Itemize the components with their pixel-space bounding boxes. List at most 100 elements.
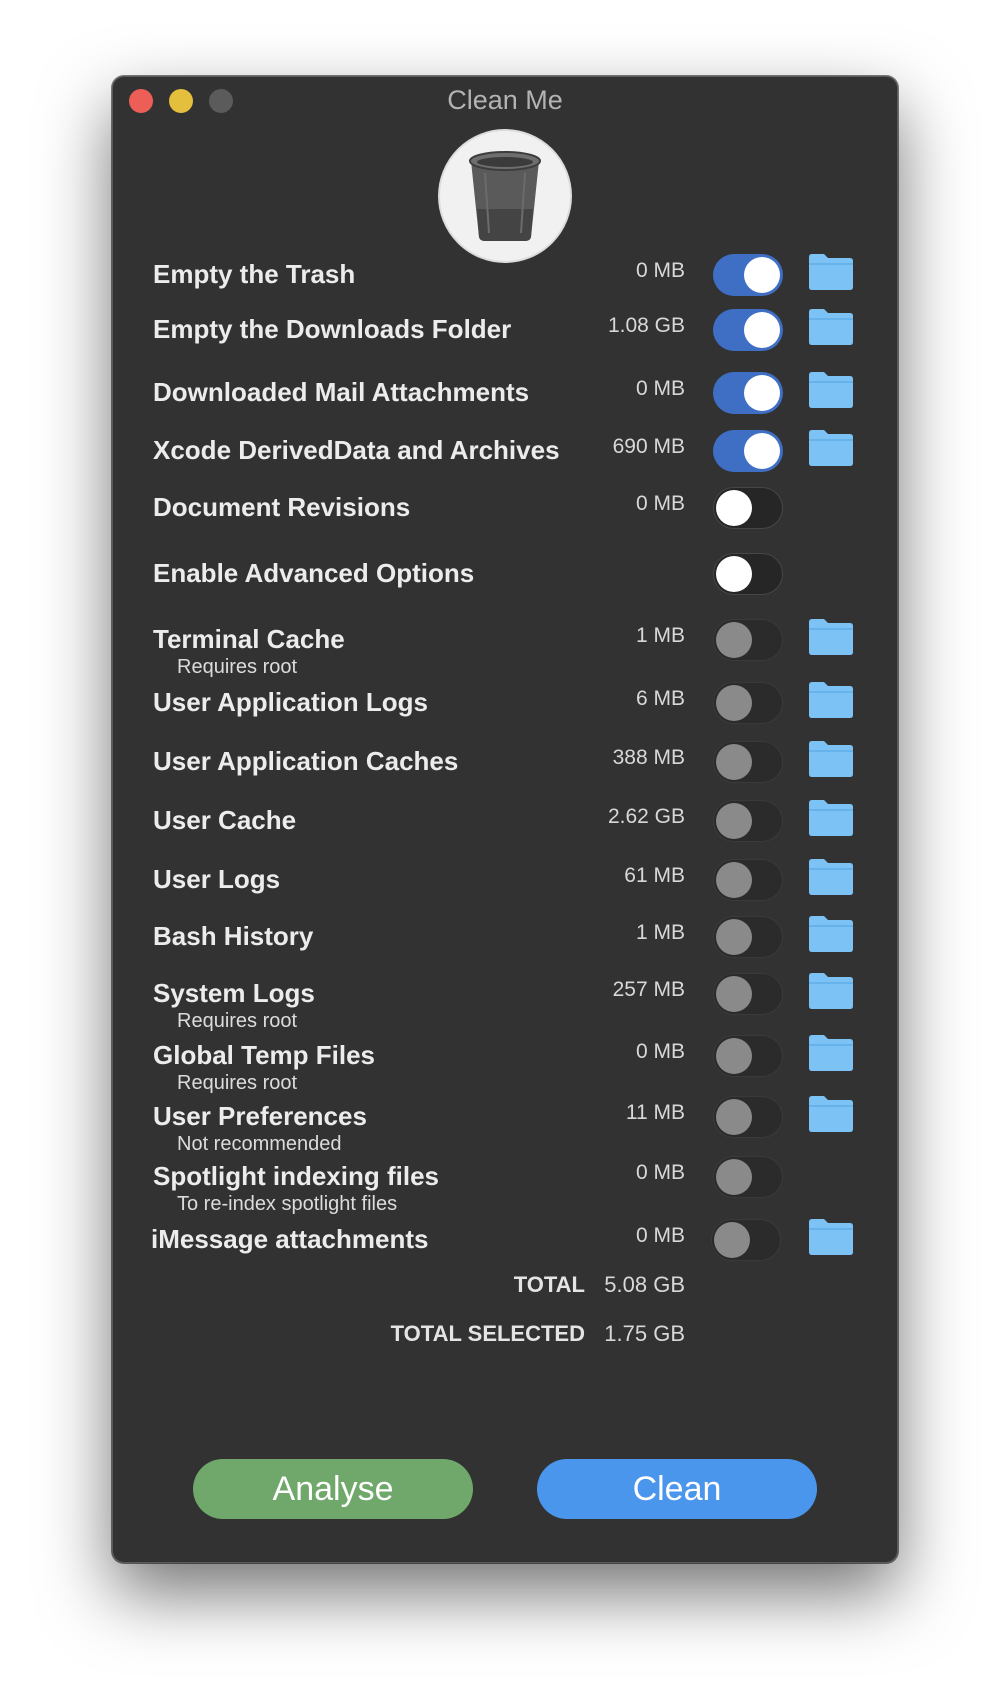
- row-user-cache: User Cache 2.62 GB: [113, 800, 897, 851]
- row-label: User Logs: [153, 864, 281, 894]
- folder-icon[interactable]: [807, 856, 855, 896]
- folder-icon[interactable]: [807, 306, 855, 346]
- row-mail-attachments: Downloaded Mail Attachments 0 MB: [113, 372, 897, 423]
- folder-icon[interactable]: [807, 427, 855, 467]
- toggle-advanced-options[interactable]: [713, 553, 783, 595]
- folder-icon[interactable]: [807, 251, 855, 291]
- row-size: 388 MB: [612, 746, 685, 769]
- row-size: 11 MB: [625, 1101, 685, 1124]
- row-label: User Application Logs: [153, 687, 428, 717]
- row-size: 0 MB: [635, 1224, 685, 1247]
- row-global-temp-files: Global Temp Files Requires root 0 MB: [113, 1035, 897, 1094]
- toggle-empty-trash[interactable]: [713, 254, 783, 296]
- toggle-bash-history[interactable]: [713, 916, 783, 958]
- toggle-xcode-deriveddata[interactable]: [713, 430, 783, 472]
- toggle-user-preferences[interactable]: [713, 1096, 783, 1138]
- folder-icon[interactable]: [807, 797, 855, 837]
- row-label: Enable Advanced Options: [153, 558, 475, 588]
- toggle-user-logs[interactable]: [713, 859, 783, 901]
- row-sublabel: To re-index spotlight files: [177, 1193, 398, 1215]
- row-label: User Cache: [153, 805, 297, 835]
- toggle-empty-downloads[interactable]: [713, 309, 783, 351]
- row-imessage-attachments: iMessage attachments 0 MB: [113, 1219, 897, 1270]
- toggle-global-temp-files[interactable]: [713, 1035, 783, 1077]
- toggle-knob: [716, 556, 752, 592]
- row-label: iMessage attachments: [151, 1224, 429, 1254]
- row-user-preferences: User Preferences Not recommended 11 MB: [113, 1096, 897, 1155]
- toggle-knob: [716, 622, 752, 658]
- total-selected-value: 1.75 GB: [604, 1321, 685, 1346]
- toggle-system-logs[interactable]: [713, 973, 783, 1015]
- row-size: 6 MB: [635, 687, 685, 710]
- toggle-user-app-caches[interactable]: [713, 741, 783, 783]
- toggle-document-revisions[interactable]: [713, 487, 783, 529]
- toggle-knob: [716, 1099, 752, 1135]
- folder-icon[interactable]: [807, 1216, 855, 1256]
- row-terminal-cache: Terminal Cache Requires root 1 MB: [113, 619, 897, 678]
- row-size: 2.62 GB: [607, 805, 685, 828]
- row-label: Empty the Trash: [153, 259, 356, 289]
- toggle-knob: [716, 976, 752, 1012]
- analyse-button[interactable]: Analyse: [193, 1459, 473, 1519]
- folder-icon[interactable]: [807, 679, 855, 719]
- toggle-knob: [744, 433, 780, 469]
- row-label: User Application Caches: [153, 746, 459, 776]
- row-empty-trash: Empty the Trash 0 MB: [113, 254, 897, 305]
- toggle-knob: [744, 375, 780, 411]
- toggle-user-cache[interactable]: [713, 800, 783, 842]
- row-label: Terminal Cache: [153, 624, 345, 654]
- row-size: 0 MB: [635, 1161, 685, 1184]
- row-sublabel: Not recommended: [177, 1133, 342, 1155]
- folder-icon[interactable]: [807, 369, 855, 409]
- folder-icon[interactable]: [807, 616, 855, 656]
- row-user-logs: User Logs 61 MB: [113, 859, 897, 910]
- row-label: Empty the Downloads Folder: [153, 314, 512, 344]
- toggle-mail-attachments[interactable]: [713, 372, 783, 414]
- window-title: Clean Me: [447, 85, 563, 115]
- row-size: 0 MB: [635, 259, 685, 282]
- toggle-knob: [714, 1222, 750, 1258]
- row-size: 61 MB: [624, 864, 685, 887]
- row-label: Bash History: [153, 921, 314, 951]
- total-row: TOTAL 5.08 GB: [113, 1272, 897, 1302]
- toggle-terminal-cache[interactable]: [713, 619, 783, 661]
- toggle-knob: [744, 257, 780, 293]
- toggle-knob: [716, 685, 752, 721]
- total-selected-row: TOTAL SELECTED 1.75 GB: [113, 1321, 897, 1351]
- row-size: 690 MB: [612, 435, 685, 458]
- toggle-knob: [716, 919, 752, 955]
- row-size: 0 MB: [635, 1040, 685, 1063]
- row-xcode-deriveddata: Xcode DerivedData and Archives 690 MB: [113, 430, 897, 481]
- total-label: TOTAL: [513, 1272, 585, 1297]
- row-label: Global Temp Files: [153, 1040, 376, 1070]
- toggle-user-app-logs[interactable]: [713, 682, 783, 724]
- total-selected-label: TOTAL SELECTED: [390, 1321, 585, 1346]
- app-window: Clean Me Empty the Trash 0 MB Empty the …: [112, 76, 898, 1563]
- toggle-spotlight-indexing[interactable]: [713, 1156, 783, 1198]
- row-document-revisions: Document Revisions 0 MB: [113, 487, 897, 538]
- row-size: 1.08 GB: [607, 314, 685, 337]
- clean-button[interactable]: Clean: [537, 1459, 817, 1519]
- toggle-knob: [716, 1159, 752, 1195]
- toggle-knob: [716, 490, 752, 526]
- folder-icon[interactable]: [807, 913, 855, 953]
- row-bash-history: Bash History 1 MB: [113, 916, 897, 967]
- row-sublabel: Requires root: [177, 1010, 298, 1032]
- row-empty-downloads: Empty the Downloads Folder 1.08 GB: [113, 309, 897, 360]
- row-advanced-options: Enable Advanced Options: [113, 553, 897, 604]
- row-user-app-caches: User Application Caches 388 MB: [113, 741, 897, 792]
- row-spotlight-indexing: Spotlight indexing files To re-index spo…: [113, 1156, 897, 1215]
- folder-icon[interactable]: [807, 1032, 855, 1072]
- folder-icon[interactable]: [807, 970, 855, 1010]
- row-label: System Logs: [153, 978, 315, 1008]
- toggle-imessage-attachments[interactable]: [711, 1219, 781, 1261]
- trash-can-icon: [438, 129, 572, 263]
- toggle-knob: [716, 803, 752, 839]
- row-size: 257 MB: [612, 978, 685, 1001]
- toggle-knob: [744, 312, 780, 348]
- toggle-knob: [716, 744, 752, 780]
- folder-icon[interactable]: [807, 738, 855, 778]
- folder-icon[interactable]: [807, 1093, 855, 1133]
- row-user-app-logs: User Application Logs 6 MB: [113, 682, 897, 733]
- row-system-logs: System Logs Requires root 257 MB: [113, 973, 897, 1032]
